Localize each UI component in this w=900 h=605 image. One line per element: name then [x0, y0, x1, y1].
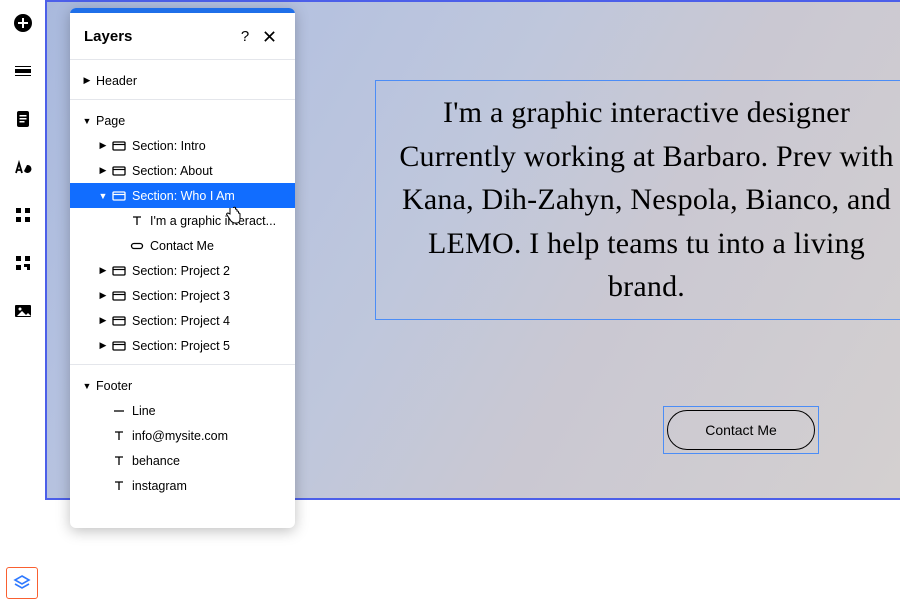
caret-right-icon: ▶	[98, 165, 108, 176]
text-icon	[112, 429, 126, 443]
section-icon	[112, 289, 126, 303]
text-icon	[112, 454, 126, 468]
caret-down-icon: ▼	[82, 116, 92, 126]
caret-right-icon: ▶	[98, 140, 108, 151]
tree-label: Section: Project 2	[132, 264, 230, 278]
page-icon[interactable]	[10, 106, 36, 132]
tree-label: behance	[132, 454, 180, 468]
text-icon	[112, 479, 126, 493]
caret-down-icon: ▼	[82, 381, 92, 391]
tree-label: Section: Project 3	[132, 289, 230, 303]
contact-me-button[interactable]: Contact Me	[667, 410, 815, 450]
tree-label: info@mysite.com	[132, 429, 228, 443]
tree-label: Section: Project 4	[132, 314, 230, 328]
section-icon	[112, 314, 126, 328]
caret-right-icon: ▶	[82, 75, 92, 86]
add-icon[interactable]	[10, 10, 36, 36]
panel-title: Layers	[84, 28, 233, 45]
tree-item-text[interactable]: I'm a graphic interact...	[70, 208, 295, 233]
tree-label: Section: Who I Am	[132, 189, 235, 203]
caret-right-icon: ▶	[98, 340, 108, 351]
section-icon	[112, 264, 126, 278]
tree-label: Section: About	[132, 164, 213, 178]
left-tool-rail	[0, 0, 45, 605]
section-icon	[112, 339, 126, 353]
section-icon	[112, 189, 126, 203]
tree-item-line[interactable]: Line	[70, 398, 295, 423]
tree-item-contact-button[interactable]: Contact Me	[70, 233, 295, 258]
tree-root-header[interactable]: ▶ Header	[70, 68, 295, 93]
tree-label: Line	[132, 404, 156, 418]
tree-label: Section: Intro	[132, 139, 206, 153]
section-icon	[112, 164, 126, 178]
caret-down-icon: ▼	[98, 191, 108, 201]
tree-item-email[interactable]: info@mysite.com	[70, 423, 295, 448]
media-icon[interactable]	[10, 298, 36, 324]
tree-root-page[interactable]: ▼ Page	[70, 108, 295, 133]
tree-label: Page	[96, 114, 125, 128]
line-icon	[112, 404, 126, 418]
hero-text-block[interactable]: I'm a graphic interactive designer Curre…	[375, 80, 900, 320]
tree-item-section-about[interactable]: ▶ Section: About	[70, 158, 295, 183]
caret-right-icon: ▶	[98, 315, 108, 326]
panel-body: ▶ Header ▼ Page ▶ Section: Intro ▶ Secti…	[70, 60, 295, 520]
tree-item-behance[interactable]: behance	[70, 448, 295, 473]
design-icon[interactable]	[10, 154, 36, 180]
tree-label: Header	[96, 74, 137, 88]
apps-icon[interactable]	[10, 202, 36, 228]
caret-right-icon: ▶	[98, 265, 108, 276]
tree-label: I'm a graphic interact...	[150, 214, 276, 228]
tree-label: Contact Me	[150, 239, 214, 253]
tree-item-instagram[interactable]: instagram	[70, 473, 295, 498]
tree-root-footer[interactable]: ▼ Footer	[70, 373, 295, 398]
tree-label: instagram	[132, 479, 187, 493]
text-icon	[130, 214, 144, 228]
close-icon[interactable]	[257, 24, 281, 48]
button-icon	[130, 239, 144, 253]
section-icon	[112, 139, 126, 153]
tree-item-section-project3[interactable]: ▶ Section: Project 3	[70, 283, 295, 308]
tree-item-section-project2[interactable]: ▶ Section: Project 2	[70, 258, 295, 283]
caret-right-icon: ▶	[98, 290, 108, 301]
tree-item-section-project5[interactable]: ▶ Section: Project 5	[70, 333, 295, 358]
tree-label: Footer	[96, 379, 132, 393]
tree-label: Section: Project 5	[132, 339, 230, 353]
layers-panel: Layers ? ▶ Header ▼ Page ▶ Section: Intr…	[70, 8, 295, 528]
tree-item-section-intro[interactable]: ▶ Section: Intro	[70, 133, 295, 158]
panel-header: Layers ?	[70, 13, 295, 60]
stripe-icon[interactable]	[10, 58, 36, 84]
help-icon[interactable]: ?	[233, 24, 257, 48]
tree-item-section-whoiam[interactable]: ▼ Section: Who I Am	[70, 183, 295, 208]
layers-toggle-button[interactable]	[6, 567, 38, 599]
tree-item-section-project4[interactable]: ▶ Section: Project 4	[70, 308, 295, 333]
puzzle-sections-icon[interactable]	[10, 250, 36, 276]
